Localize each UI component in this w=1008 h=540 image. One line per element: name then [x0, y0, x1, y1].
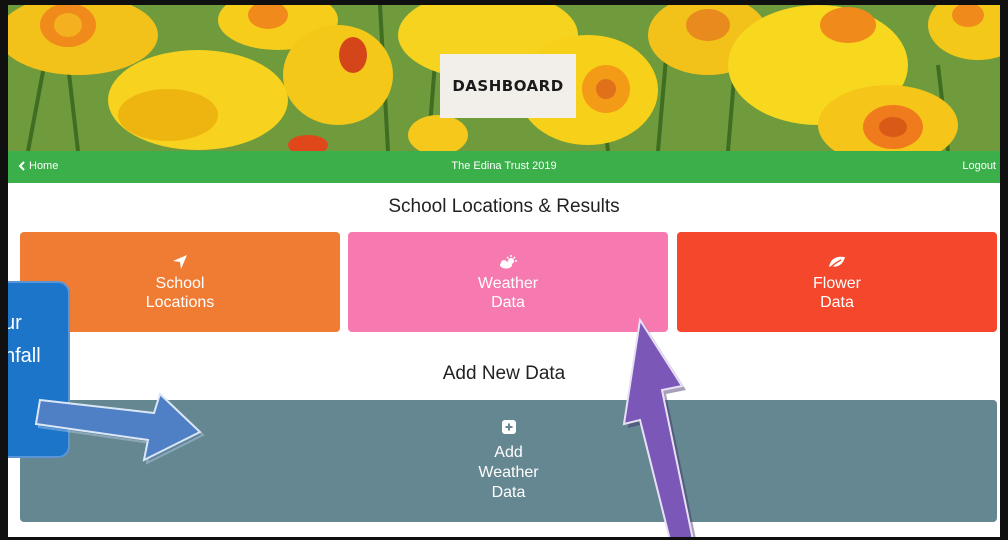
- add-line2: Weather: [478, 463, 539, 481]
- add-weather-data-button[interactable]: Add Weather Data: [20, 400, 997, 522]
- tile-line1: School: [155, 275, 205, 292]
- frame-border-left: [0, 0, 8, 540]
- tile-line2: Data: [491, 294, 525, 311]
- weather-icon: [498, 252, 518, 272]
- callout-line2: nfall: [4, 345, 41, 367]
- instruction-callout: ur nfall: [0, 281, 70, 458]
- add-line3: Data: [491, 483, 526, 501]
- add-section-title: Add New Data: [442, 363, 566, 384]
- tile-line1: Flower: [812, 275, 861, 292]
- tile-line2: Locations: [145, 294, 215, 311]
- top-nav-bar: Home The Edina Trust 2019 Logout: [8, 151, 1000, 183]
- add-line1: Add: [494, 443, 523, 461]
- flower-data-tile[interactable]: Flower Data: [677, 232, 997, 332]
- page-title: DASHBOARD: [452, 77, 564, 95]
- plus-square-icon: [501, 419, 516, 440]
- weather-data-tile[interactable]: Weather Data: [348, 232, 668, 332]
- frame-border-top: [0, 0, 1008, 5]
- tile-line2: Data: [820, 294, 854, 311]
- location-arrow-icon: [172, 252, 188, 272]
- results-section-title: School Locations & Results: [388, 196, 620, 217]
- app-frame: DASHBOARD Home The Edina Trust 2019 Logo…: [0, 0, 1008, 540]
- tile-line1: Weather: [477, 275, 539, 292]
- frame-border-right: [1000, 0, 1008, 540]
- leaf-icon: [828, 252, 846, 272]
- nav-center-text: The Edina Trust 2019: [451, 160, 557, 172]
- dashboard-title-box: DASHBOARD: [440, 54, 576, 118]
- logout-link[interactable]: Logout: [962, 160, 996, 172]
